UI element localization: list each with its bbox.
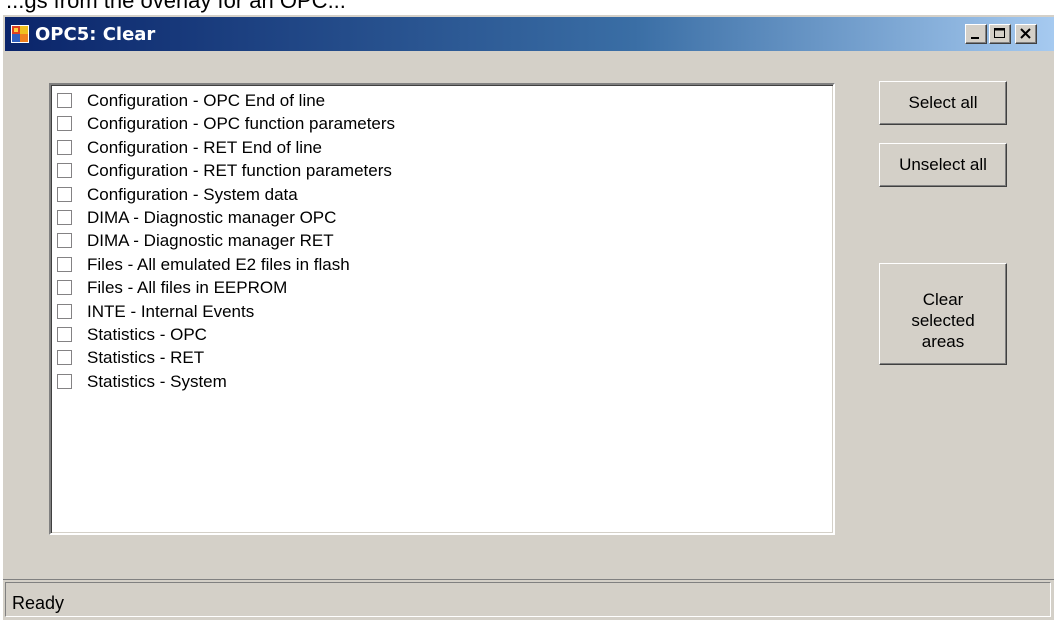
status-text: Ready [12, 593, 65, 613]
list-item[interactable]: Configuration - System data [51, 184, 833, 207]
checkbox[interactable] [57, 116, 72, 132]
checkbox[interactable] [57, 163, 72, 179]
list-item[interactable]: DIMA - Diagnostic manager RET [51, 230, 833, 253]
unselect-all-button[interactable]: Unselect all [879, 143, 1007, 187]
list-item-label: Statistics - OPC [87, 324, 207, 344]
minimize-button[interactable] [965, 24, 987, 44]
list-item-label: Configuration - OPC function parameters [87, 114, 396, 134]
checkbox[interactable] [57, 303, 72, 319]
list-item-label: DIMA - Diagnostic manager OPC [87, 207, 337, 227]
clear-selected-areas-button[interactable]: Clear selected areas [879, 263, 1007, 365]
status-panel: Ready [5, 582, 1051, 617]
checkbox[interactable] [57, 186, 72, 202]
list-item[interactable]: Files - All emulated E2 files in flash [51, 254, 833, 277]
maximize-button[interactable] [989, 24, 1011, 44]
clear-button-label-line3: areas [921, 331, 965, 351]
close-button[interactable] [1015, 24, 1037, 44]
list-item-label: Files - All emulated E2 files in flash [87, 254, 350, 274]
list-item-label: Configuration - RET End of line [87, 137, 322, 157]
app-icon [11, 25, 29, 43]
list-item[interactable]: Files - All files in EEPROM [51, 277, 833, 300]
list-item[interactable]: Statistics - RET [51, 347, 833, 370]
list-item[interactable]: Statistics - System [51, 371, 833, 394]
status-bar: Ready [3, 579, 1054, 621]
list-item[interactable]: INTE - Internal Events [51, 301, 833, 324]
clear-areas-checklist[interactable]: Configuration - OPC End of line Configur… [49, 83, 835, 535]
list-item[interactable]: Configuration - RET function parameters [51, 160, 833, 183]
list-item[interactable]: DIMA - Diagnostic manager OPC [51, 207, 833, 230]
checkbox[interactable] [57, 280, 72, 296]
list-item-label: Files - All files in EEPROM [87, 278, 288, 298]
select-all-button[interactable]: Select all [879, 81, 1007, 125]
checkbox[interactable] [57, 326, 72, 342]
checkbox[interactable] [57, 256, 72, 272]
checkbox[interactable] [57, 373, 72, 389]
list-item[interactable]: Statistics - OPC [51, 324, 833, 347]
clear-dialog-window: OPC5: Clear Configuration - OPC End of l… [2, 14, 1054, 620]
list-item-label: INTE - Internal Events [87, 301, 255, 321]
checkbox[interactable] [57, 233, 72, 249]
list-item[interactable]: Configuration - OPC End of line [51, 90, 833, 113]
checkbox[interactable] [57, 350, 72, 366]
title-bar[interactable]: OPC5: Clear [5, 17, 1054, 51]
list-item[interactable]: Configuration - OPC function parameters [51, 113, 833, 136]
list-item-label: Configuration - RET function parameters [87, 161, 392, 181]
list-item-label: Configuration - OPC End of line [87, 91, 326, 110]
list-item[interactable]: Configuration - RET End of line [51, 137, 833, 160]
list-item-label: Statistics - System [87, 371, 227, 391]
list-item-label: DIMA - Diagnostic manager RET [87, 231, 334, 251]
clear-button-label-line2: selected [911, 310, 975, 330]
checkbox[interactable] [57, 93, 72, 108]
window-title: OPC5: Clear [35, 24, 156, 45]
caption-text: ...gs from the overlay for an OPC... [6, 0, 346, 13]
checkbox[interactable] [57, 209, 72, 225]
checkbox[interactable] [57, 139, 72, 155]
list-item-label: Configuration - System data [87, 184, 298, 204]
list-item-label: Statistics - RET [87, 348, 205, 368]
clear-button-label-line1: Clear [922, 289, 964, 309]
